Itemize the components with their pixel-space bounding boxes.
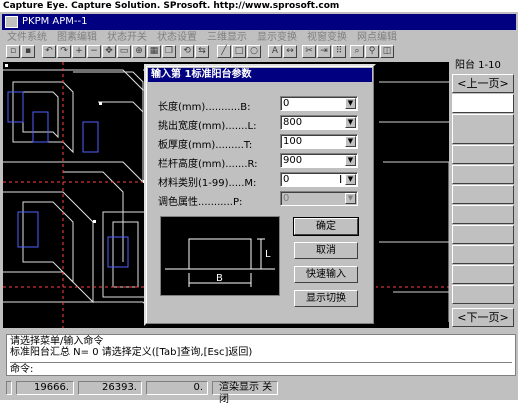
status-render: 渲染显示 关闭	[212, 381, 278, 405]
param-label: 材料类别(1-99).....M:	[158, 178, 257, 189]
panel-slot-8[interactable]	[452, 245, 514, 264]
undo-icon[interactable]: ↶	[42, 45, 56, 58]
balcony-params-dialog: 输入第 1标准阳台参数 长度(mm)...........B: 0 ▼ 挑出宽度(…	[144, 64, 376, 326]
length-input[interactable]: 0 ▼	[280, 96, 358, 111]
pan-icon[interactable]: ✥	[102, 45, 116, 58]
panel-slot-1[interactable]	[452, 94, 514, 113]
text-cursor-icon: I	[339, 173, 343, 186]
menu-view[interactable]: 视窗变换	[302, 31, 352, 45]
status-bar: 19666. 26393. 0. 渲染显示 关闭	[2, 378, 516, 405]
param-label: 栏杆高度(mm).......R:	[158, 159, 258, 170]
app-icon[interactable]	[5, 16, 18, 28]
param-label: 挑出宽度(mm).......L:	[158, 121, 257, 132]
new-icon[interactable]: ▫	[6, 45, 20, 58]
status-x: 19666.	[16, 381, 74, 395]
dialog-title: 输入第 1标准阳台参数	[148, 68, 372, 82]
redo-icon[interactable]: ↷	[57, 45, 71, 58]
menu-bar: 文件系统 图素编辑 状态开关 状态设置 三维显示 显示变换 视窗变换 网点编辑	[2, 30, 516, 44]
panel-slot-4[interactable]	[452, 165, 514, 184]
label-l: L	[265, 249, 271, 260]
measure-icon[interactable]: ◫	[380, 45, 394, 58]
param-row-color: 调色属性...........P: 0 ▼	[158, 191, 368, 208]
circle-icon[interactable]: ○	[247, 45, 261, 58]
cancel-button[interactable]: 取消	[294, 242, 358, 259]
dropdown-arrow-icon: ▼	[345, 193, 356, 204]
panel-slot-6[interactable]	[452, 205, 514, 224]
param-label: 长度(mm)...........B:	[158, 102, 251, 113]
menu-3d[interactable]: 三维显示	[202, 31, 252, 45]
menu-display[interactable]: 显示变换	[252, 31, 302, 45]
zoom-out-icon[interactable]: −	[87, 45, 101, 58]
param-row-material: 材料类别(1-99).....M: 0 I ▼	[158, 172, 368, 189]
status-z: 0.	[146, 381, 208, 395]
menu-settings[interactable]: 状态设置	[152, 31, 202, 45]
rect-icon[interactable]: □	[232, 45, 246, 58]
panel-slot-10[interactable]	[452, 285, 514, 304]
panel-slot-9[interactable]	[452, 265, 514, 284]
line-icon[interactable]: ╱	[217, 45, 231, 58]
dim-icon[interactable]: ↔	[283, 45, 297, 58]
dropdown-arrow-icon[interactable]: ▼	[345, 155, 356, 166]
panel-title: 阳台 1-10	[452, 59, 514, 73]
label-b: B	[216, 273, 223, 284]
prev-page-button[interactable]: <上一页>	[452, 74, 514, 93]
param-label: 调色属性...........P:	[158, 197, 243, 208]
window-title: PKPM APM--1	[22, 16, 88, 27]
dropdown-arrow-icon[interactable]: ▼	[345, 174, 356, 185]
command-prompt[interactable]: 命令:	[10, 362, 512, 375]
color-input: 0 ▼	[280, 191, 358, 206]
toolbar: ▫ ▪ ↶ ↷ + − ✥ ▭ ⊕ ▦ ❐ ⟲ ⇆ ╱ □ ○ A ↔ ✂ ⇥ …	[2, 44, 516, 60]
material-input[interactable]: 0 I ▼	[280, 172, 358, 187]
grid-icon[interactable]: ▦	[147, 45, 161, 58]
display-toggle-button[interactable]: 显示切换	[294, 290, 358, 307]
move-icon[interactable]: ⊕	[132, 45, 146, 58]
thickness-input[interactable]: 100 ▼	[280, 134, 358, 149]
title-bar: PKPM APM--1	[2, 14, 516, 30]
zoom-icon[interactable]: ⌕	[350, 45, 364, 58]
panel-slot-5[interactable]	[452, 185, 514, 204]
rotate-icon[interactable]: ⟲	[180, 45, 194, 58]
balcony-preview: B L	[160, 216, 280, 296]
ok-button[interactable]: 确定	[293, 217, 359, 236]
command-area[interactable]: 请选择菜单/输入命令 标准阳台汇总 N= 0 请选择定义([Tab]查询,[Es…	[6, 334, 516, 376]
menu-toggle[interactable]: 状态开关	[102, 31, 152, 45]
panel-slot-2[interactable]	[452, 114, 514, 144]
balcony-diagram: B L	[165, 238, 275, 287]
panel-slot-7[interactable]	[452, 225, 514, 244]
menu-grid[interactable]: 网点编辑	[352, 31, 402, 45]
panel-slot-3[interactable]	[452, 145, 514, 164]
extend-icon[interactable]: ⇥	[317, 45, 331, 58]
find-icon[interactable]: ⚲	[365, 45, 379, 58]
dropdown-arrow-icon[interactable]: ▼	[345, 117, 356, 128]
param-row-thickness: 板厚度(mm).........T: 100 ▼	[158, 134, 368, 151]
command-line-1: 请选择菜单/输入命令	[10, 336, 104, 347]
status-spacer	[6, 381, 12, 395]
status-y: 26393.	[78, 381, 142, 395]
dropdown-arrow-icon[interactable]: ▼	[345, 98, 356, 109]
right-panel: 阳台 1-10 <上一页> <下一页>	[450, 58, 516, 330]
copy-icon[interactable]: ❐	[162, 45, 176, 58]
mirror-icon[interactable]: ⇆	[195, 45, 209, 58]
text-icon[interactable]: A	[268, 45, 282, 58]
param-row-width: 挑出宽度(mm).......L: 800 ▼	[158, 115, 368, 132]
array-icon[interactable]: ⠿	[332, 45, 346, 58]
window-icon[interactable]: ▭	[117, 45, 131, 58]
param-row-railing: 栏杆高度(mm).......R: 900 ▼	[158, 153, 368, 170]
save-icon[interactable]: ▪	[21, 45, 35, 58]
next-page-button[interactable]: <下一页>	[452, 308, 514, 327]
menu-edit[interactable]: 图素编辑	[52, 31, 102, 45]
param-label: 板厚度(mm).........T:	[158, 140, 253, 151]
width-input[interactable]: 800 ▼	[280, 115, 358, 130]
command-line-2: 标准阳台汇总 N= 0 请选择定义([Tab]查询,[Esc]返回)	[10, 347, 253, 358]
param-row-length: 长度(mm)...........B: 0 ▼	[158, 96, 368, 113]
zoom-in-icon[interactable]: +	[72, 45, 86, 58]
trim-icon[interactable]: ✂	[302, 45, 316, 58]
quick-input-button[interactable]: 快速输入	[294, 266, 358, 283]
capture-banner: Capture Eye. Capture Solution. SProsoft.…	[0, 0, 518, 12]
railing-height-input[interactable]: 900 ▼	[280, 153, 358, 168]
dropdown-arrow-icon[interactable]: ▼	[345, 136, 356, 147]
menu-file[interactable]: 文件系统	[2, 31, 52, 45]
